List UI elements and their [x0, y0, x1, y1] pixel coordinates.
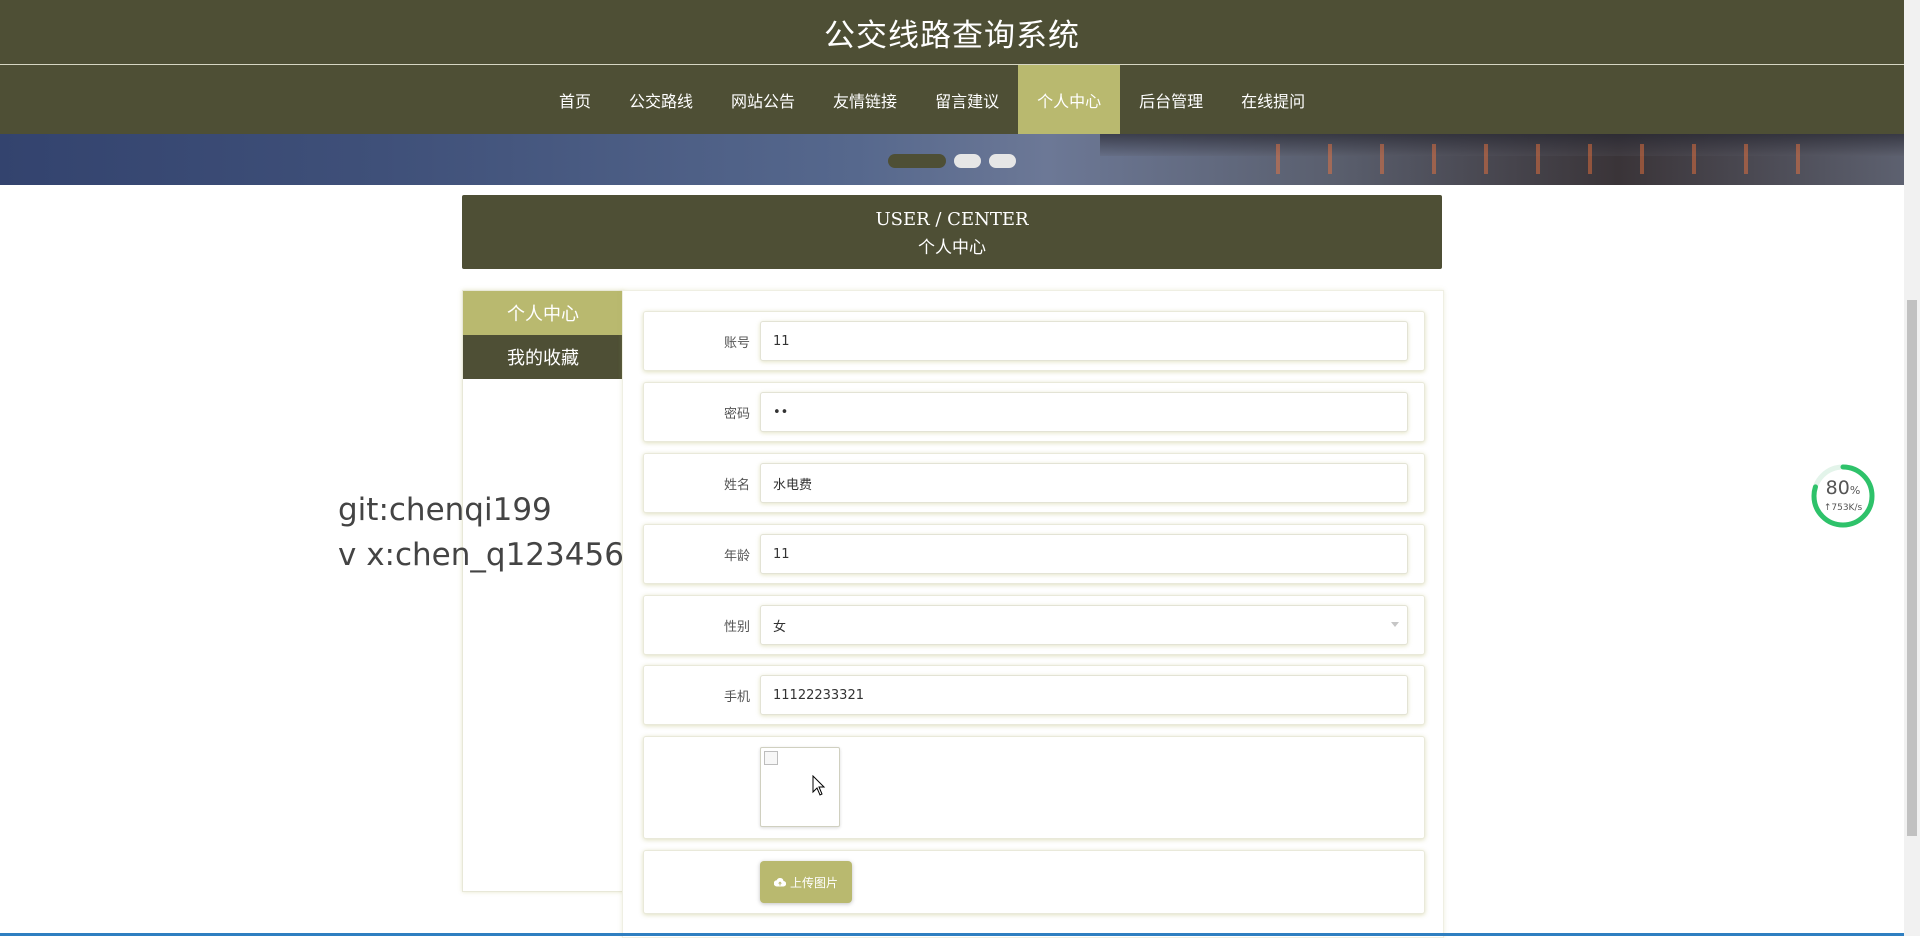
- sidebar-item-user-center[interactable]: 个人中心: [463, 291, 623, 335]
- form-row-password: 密码 ••: [643, 382, 1425, 442]
- gender-select[interactable]: 女: [760, 605, 1408, 645]
- name-input[interactable]: 水电费: [760, 463, 1408, 503]
- phone-input[interactable]: 11122233321: [760, 675, 1408, 715]
- carousel-dot-3[interactable]: [989, 154, 1016, 168]
- site-header: 公交线路查询系统: [0, 0, 1904, 65]
- upload-image-button[interactable]: 上传图片: [760, 861, 852, 903]
- site-title: 公交线路查询系统: [824, 17, 1080, 54]
- cloud-upload-icon: [773, 877, 786, 887]
- broken-image-icon: [764, 751, 778, 765]
- carousel-dot-1[interactable]: [888, 154, 946, 168]
- nav-item-user-center[interactable]: 个人中心: [1018, 65, 1121, 134]
- scrollbar-thumb[interactable]: [1907, 300, 1917, 836]
- watermark-line-1: git:chenqi199: [338, 492, 552, 528]
- section-header: USER / CENTER 个人中心: [462, 195, 1442, 269]
- section-title-en: USER / CENTER: [875, 209, 1029, 230]
- nav-item-friend-links[interactable]: 友情链接: [814, 65, 916, 134]
- phone-label: 手机: [723, 689, 750, 705]
- nav-item-admin[interactable]: 后台管理: [1120, 65, 1222, 134]
- form-row-gender: 性别 女: [643, 595, 1425, 655]
- sidebar: 个人中心 我的收藏: [462, 290, 624, 892]
- profile-form-panel: 账号 11 密码 •• 姓名 水电费 年龄 11 性别 女 手机 1112223…: [622, 290, 1444, 938]
- banner-lights: [1250, 144, 1810, 174]
- network-speed-widget[interactable]: 80% ↑753K/s: [1810, 463, 1876, 529]
- account-label: 账号: [723, 335, 750, 351]
- chevron-down-icon: [1391, 622, 1399, 627]
- form-row-avatar: [643, 736, 1425, 839]
- password-input[interactable]: ••: [760, 392, 1408, 432]
- form-row-account: 账号 11: [643, 311, 1425, 371]
- age-input[interactable]: 11: [760, 534, 1408, 574]
- speed-rate: ↑753K/s: [1823, 503, 1863, 513]
- nav-item-bus-routes[interactable]: 公交路线: [610, 65, 712, 134]
- account-input[interactable]: 11: [760, 321, 1408, 361]
- main-nav: 首页 公交路线 网站公告 友情链接 留言建议 个人中心 后台管理 在线提问: [0, 65, 1904, 134]
- upload-button-label: 上传图片: [789, 875, 838, 890]
- nav-item-feedback[interactable]: 留言建议: [916, 65, 1018, 134]
- form-row-age: 年龄 11: [643, 524, 1425, 584]
- nav-item-announcements[interactable]: 网站公告: [712, 65, 814, 134]
- gender-select-value: 女: [773, 619, 787, 635]
- speed-percent: 80%: [1825, 477, 1861, 499]
- section-title-cn: 个人中心: [918, 238, 986, 258]
- carousel-indicators: [888, 154, 1016, 168]
- avatar-image[interactable]: [760, 747, 840, 827]
- nav-list: 首页 公交路线 网站公告 友情链接 留言建议 个人中心 后台管理 在线提问: [540, 65, 1324, 134]
- password-label: 密码: [723, 406, 750, 422]
- watermark: git:chenqi199 v x:chen_q123456: [338, 488, 624, 578]
- age-label: 年龄: [723, 548, 750, 564]
- gender-label: 性别: [723, 619, 750, 635]
- watermark-line-2: v x:chen_q123456: [338, 537, 624, 573]
- form-row-name: 姓名 水电费: [643, 453, 1425, 513]
- carousel-dot-2[interactable]: [954, 154, 981, 168]
- name-label: 姓名: [723, 477, 750, 493]
- page-scrollbar[interactable]: [1904, 0, 1920, 936]
- form-row-phone: 手机 11122233321: [643, 665, 1425, 725]
- form-row-upload: 上传图片: [643, 850, 1425, 914]
- mouse-cursor-icon: [812, 775, 826, 796]
- nav-item-online-questions[interactable]: 在线提问: [1222, 65, 1324, 134]
- sidebar-item-favorites[interactable]: 我的收藏: [463, 335, 623, 379]
- nav-item-home[interactable]: 首页: [540, 65, 610, 134]
